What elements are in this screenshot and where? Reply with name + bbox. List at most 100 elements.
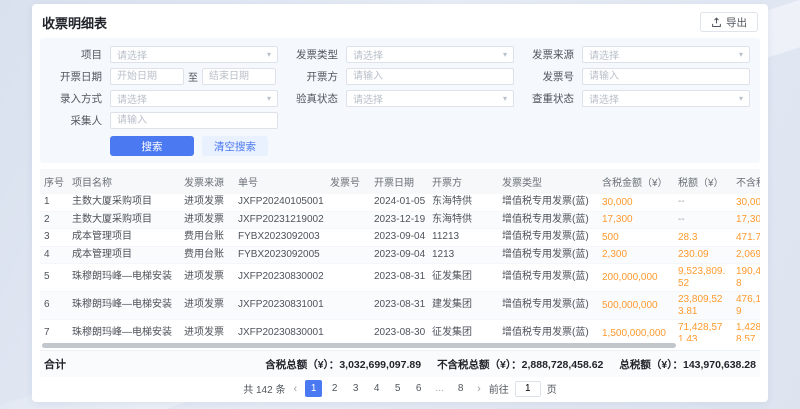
cell-no: 6	[40, 292, 68, 320]
cell-issuer: 1213	[428, 246, 498, 264]
totals-group: 含税总额（¥）：3,032,699,097.89 不含税总额（¥）：2,888,…	[265, 357, 756, 372]
pager-page-6[interactable]: 6	[410, 380, 427, 397]
cell-source: 进项发票	[180, 264, 234, 292]
total-incl-tax-label: 含税总额（¥）：	[265, 359, 339, 371]
table-row[interactable]: 1主数大厦采购项目进项发票JXFP202401050012024-01-05东海…	[40, 194, 760, 211]
chevron-down-icon: ▾	[503, 51, 507, 59]
verify-status-select-value: 请选择	[353, 91, 383, 106]
cell-type: 增值税专用发票(蓝)	[498, 264, 598, 292]
project-select[interactable]: 请选择 ▾	[110, 46, 278, 63]
pager-page-4[interactable]: 4	[368, 380, 385, 397]
verify-status-select[interactable]: 请选择 ▾	[346, 90, 514, 107]
cell-type: 增值税专用发票(蓝)	[498, 246, 598, 264]
export-label: 导出	[726, 15, 747, 30]
cell-date: 2023-08-31	[370, 264, 428, 292]
page-header: 收票明细表 导出	[40, 11, 760, 38]
export-icon	[711, 17, 722, 28]
cell-doc_no: JXFP20240105001	[234, 194, 326, 211]
table-row[interactable]: 7珠穆朗玛峰—电梯安装进项发票JXFP202308300012023-08-30…	[40, 320, 760, 342]
column-header: 项目名称	[68, 169, 180, 194]
cell-type: 增值税专用发票(蓝)	[498, 194, 598, 211]
dup-check-status-select[interactable]: 请选择 ▾	[582, 90, 750, 107]
next-page-button[interactable]: ›	[475, 383, 483, 395]
cell-no: 1	[40, 194, 68, 211]
issuer-input[interactable]	[346, 68, 514, 85]
table-row[interactable]: 5珠穆朗玛峰—电梯安装进项发票JXFP202308300022023-08-31…	[40, 264, 760, 292]
cell-doc_no: FYBX2023092003	[234, 229, 326, 247]
chevron-down-icon: ▾	[739, 95, 743, 103]
chevron-down-icon: ▾	[503, 95, 507, 103]
cell-tax: --	[674, 211, 732, 229]
cell-issuer: 11213	[428, 229, 498, 247]
cell-source: 进项发票	[180, 320, 234, 342]
cell-amount: 500,000,000	[598, 292, 674, 320]
filter-entry-method-label: 录入方式	[50, 91, 102, 106]
cell-tax: 230.09	[674, 246, 732, 264]
invoice-type-select[interactable]: 请选择 ▾	[346, 46, 514, 63]
cell-issuer: 东海特供	[428, 194, 498, 211]
cell-issuer: 建发集团	[428, 292, 498, 320]
clear-search-button[interactable]: 清空搜索	[202, 136, 268, 156]
cell-date: 2023-08-30	[370, 320, 428, 342]
filter-verify-status-label: 验真状态	[286, 91, 338, 106]
cell-date: 2023-09-04	[370, 246, 428, 264]
horizontal-scrollbar[interactable]	[40, 343, 760, 348]
cell-date: 2024-01-05	[370, 194, 428, 211]
pager-page-2[interactable]: 2	[326, 380, 343, 397]
cell-tax: --	[674, 194, 732, 211]
filter-issuer-label: 开票方	[286, 69, 338, 84]
filter-project-label: 项目	[50, 47, 102, 62]
cell-net: 30,000	[732, 194, 760, 211]
cell-net: 190,476,190.48	[732, 264, 760, 292]
table-row[interactable]: 2主数大厦采购项目进项发票JXFP202312190022023-12-19东海…	[40, 211, 760, 229]
table-row[interactable]: 4成本管理项目费用台账FYBX20230920052023-09-041213增…	[40, 246, 760, 264]
table-row[interactable]: 6珠穆朗玛峰—电梯安装进项发票JXFP202308310012023-08-31…	[40, 292, 760, 320]
column-header: 开票日期	[370, 169, 428, 194]
filter-actions: 搜索 清空搜索	[110, 136, 750, 156]
cell-project: 主数大厦采购项目	[68, 194, 180, 211]
cell-project: 成本管理项目	[68, 246, 180, 264]
table-row[interactable]: 3成本管理项目费用台账FYBX20230920032023-09-0411213…	[40, 229, 760, 247]
filter-invoice-no-label: 发票号	[522, 69, 574, 84]
filter-panel: 项目 请选择 ▾ 发票类型 请选择 ▾ 发票来源 请选择 ▾ 开票日期	[40, 38, 760, 163]
collector-input[interactable]	[110, 112, 278, 129]
cell-doc_no: JXFP20230830001	[234, 320, 326, 342]
cell-tax: 23,809,523.81	[674, 292, 732, 320]
pager-ellipsis: ...	[431, 380, 448, 397]
invoice-no-input[interactable]	[582, 68, 750, 85]
goto-page-input[interactable]	[515, 381, 541, 397]
pager-page-3[interactable]: 3	[347, 380, 364, 397]
column-header: 发票来源	[180, 169, 234, 194]
end-date-input[interactable]	[202, 68, 276, 85]
export-button[interactable]: 导出	[700, 12, 758, 32]
cell-doc_no: JXFP20231219002	[234, 211, 326, 229]
cell-amount: 500	[598, 229, 674, 247]
total-incl-tax: 含税总额（¥）：3,032,699,097.89	[265, 357, 421, 372]
horizontal-scrollbar-thumb[interactable]	[42, 343, 676, 348]
pager-page-8[interactable]: 8	[452, 380, 469, 397]
pager-page-5[interactable]: 5	[389, 380, 406, 397]
goto-page-suffix: 页	[547, 381, 557, 396]
dup-check-status-select-value: 请选择	[589, 91, 619, 106]
column-header: 发票号	[326, 169, 370, 194]
cell-no: 3	[40, 229, 68, 247]
invoice-source-select[interactable]: 请选择 ▾	[582, 46, 750, 63]
cell-invoice_no	[326, 320, 370, 342]
total-excl-tax-label: 不含税总额（¥）：	[437, 359, 522, 371]
column-header: 开票方	[428, 169, 498, 194]
cell-issuer: 征发集团	[428, 264, 498, 292]
prev-page-button[interactable]: ‹	[291, 383, 299, 395]
entry-method-select[interactable]: 请选择 ▾	[110, 90, 278, 107]
cell-net: 17,300	[732, 211, 760, 229]
pager-page-1[interactable]: 1	[305, 380, 322, 397]
cell-tax: 28.3	[674, 229, 732, 247]
total-count: 共 142 条	[243, 381, 285, 396]
cell-amount: 17,300	[598, 211, 674, 229]
start-date-input[interactable]	[110, 68, 184, 85]
cell-net: 476,190,476.19	[732, 292, 760, 320]
search-button[interactable]: 搜索	[110, 136, 194, 156]
total-tax: 总税额（¥）：143,970,638.28	[619, 357, 756, 372]
cell-invoice_no	[326, 194, 370, 211]
column-header: 不含税金额（¥）	[732, 169, 760, 194]
filter-invoice-date-label: 开票日期	[50, 69, 102, 84]
